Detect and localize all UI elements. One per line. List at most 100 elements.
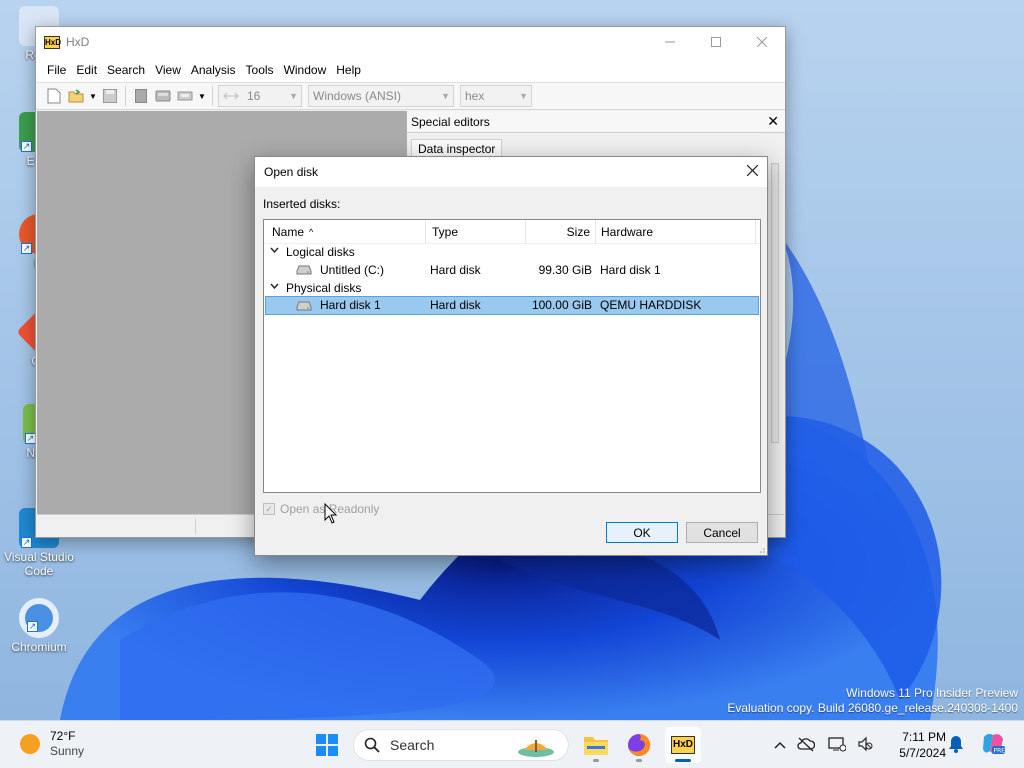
save-button[interactable] bbox=[100, 86, 120, 106]
open-disk-button[interactable] bbox=[153, 86, 173, 106]
column-name-label: Name bbox=[272, 225, 305, 239]
menu-file[interactable]: File bbox=[42, 63, 71, 77]
panel-close-icon[interactable]: ✕ bbox=[767, 113, 779, 130]
taskbar-firefox[interactable] bbox=[621, 727, 657, 763]
chevron-down-icon: ▼ bbox=[441, 91, 450, 101]
cancel-button[interactable]: Cancel bbox=[686, 522, 758, 543]
disk-icon bbox=[155, 90, 171, 102]
hxd-title: HxD bbox=[66, 35, 90, 49]
display-mode-value: hex bbox=[465, 89, 485, 103]
new-file-button[interactable] bbox=[44, 86, 64, 106]
chevron-down-icon[interactable] bbox=[270, 245, 279, 256]
chromium-icon: ↗ bbox=[19, 598, 59, 638]
menu-view[interactable]: View bbox=[150, 63, 186, 77]
chevron-down-icon[interactable] bbox=[270, 281, 279, 292]
onedrive-tray-button[interactable] bbox=[790, 736, 822, 755]
network-tray-button[interactable] bbox=[822, 736, 852, 755]
taskbar-search-box[interactable]: Search bbox=[353, 729, 569, 761]
disk-listview[interactable]: Name ^ Type Size Hardware Logical disks … bbox=[263, 219, 761, 493]
hxd-app-icon: HxD bbox=[671, 736, 695, 754]
chevron-up-icon bbox=[774, 741, 786, 749]
group-label: Physical disks bbox=[286, 281, 362, 295]
list-item-physical-disk[interactable]: Hard disk 1 Hard disk 100.00 GiB QEMU HA… bbox=[265, 296, 759, 315]
taskbar-file-explorer[interactable] bbox=[578, 727, 614, 763]
ok-button[interactable]: OK bbox=[606, 522, 678, 543]
desktop-icon-label: Chromium bbox=[11, 640, 67, 654]
maximize-icon bbox=[711, 37, 721, 47]
notifications-button[interactable] bbox=[948, 735, 964, 756]
menu-edit[interactable]: Edit bbox=[71, 63, 102, 77]
show-hidden-icons-button[interactable] bbox=[770, 738, 790, 752]
weather-widget[interactable]: 72°F Sunny bbox=[20, 729, 84, 759]
open-readonly-checkbox-row[interactable]: ✓ Open as Readonly bbox=[263, 502, 379, 516]
desktop-icon-chromium[interactable]: ↗ Chromium bbox=[4, 598, 74, 654]
bytes-per-row-combo[interactable]: 16 ▼ bbox=[218, 85, 302, 107]
ram-dropdown-button[interactable]: ▼ bbox=[197, 86, 207, 106]
taskbar: 72°F Sunny Search HxD 7:11 PM 5/7/2024 P… bbox=[0, 720, 1024, 768]
sort-ascending-icon: ^ bbox=[309, 227, 314, 237]
panel-scrollbar[interactable] bbox=[771, 163, 779, 443]
open-readonly-checkbox[interactable]: ✓ bbox=[263, 503, 275, 515]
close-icon bbox=[746, 164, 758, 177]
desktop-icon-label: Visual Studio Code bbox=[4, 550, 74, 578]
close-button[interactable] bbox=[739, 27, 785, 57]
hxd-titlebar[interactable]: HxD HxD bbox=[36, 27, 785, 57]
network-icon bbox=[828, 736, 847, 751]
menu-tools[interactable]: Tools bbox=[241, 63, 279, 77]
open-file-button[interactable] bbox=[66, 86, 86, 106]
mouse-cursor-icon bbox=[324, 503, 338, 524]
special-editors-header: Special editors ✕ bbox=[407, 111, 785, 133]
minimize-icon bbox=[665, 41, 675, 43]
search-highlight-icon bbox=[518, 740, 554, 757]
running-indicator bbox=[593, 759, 599, 762]
menu-search[interactable]: Search bbox=[102, 63, 150, 77]
open-dropdown-button[interactable]: ▼ bbox=[88, 86, 98, 106]
group-label: Logical disks bbox=[286, 245, 355, 259]
minimize-button[interactable] bbox=[647, 27, 693, 57]
group-row-physical-disks[interactable]: Physical disks bbox=[265, 279, 759, 297]
hard-disk-icon bbox=[296, 301, 312, 311]
disk-hardware: Hard disk 1 bbox=[600, 263, 661, 277]
column-header-hardware[interactable]: Hardware bbox=[596, 220, 756, 244]
disk-type: Hard disk bbox=[430, 298, 481, 312]
column-header-name[interactable]: Name ^ bbox=[264, 220, 426, 244]
copilot-button[interactable]: PRE bbox=[980, 731, 1006, 760]
speaker-muted-icon bbox=[858, 736, 873, 751]
charset-combo[interactable]: Windows (ANSI) ▼ bbox=[308, 85, 454, 107]
toolbar: ▼ ▼ 16 ▼ Windows (ANSI) ▼ hex ▼ bbox=[36, 82, 785, 110]
display-mode-combo[interactable]: hex ▼ bbox=[460, 85, 532, 107]
open-ram-button[interactable] bbox=[175, 86, 195, 106]
close-file-button[interactable] bbox=[131, 86, 151, 106]
column-header-type[interactable]: Type bbox=[426, 220, 526, 244]
save-icon bbox=[103, 89, 117, 103]
menu-help[interactable]: Help bbox=[331, 63, 366, 77]
running-indicator bbox=[636, 759, 642, 762]
columns-icon bbox=[223, 92, 239, 100]
dialog-close-button[interactable] bbox=[737, 163, 767, 181]
dialog-titlebar[interactable]: Open disk bbox=[255, 157, 767, 187]
menu-analysis[interactable]: Analysis bbox=[186, 63, 241, 77]
column-header-size[interactable]: Size bbox=[526, 220, 596, 244]
disk-name: Untitled (C:) bbox=[320, 263, 385, 277]
shortcut-arrow-icon: ↗ bbox=[21, 141, 32, 152]
group-row-logical-disks[interactable]: Logical disks bbox=[265, 243, 759, 261]
volume-tray-button[interactable] bbox=[852, 736, 878, 755]
resize-grip-icon[interactable] bbox=[757, 545, 765, 553]
column-type-label: Type bbox=[432, 225, 459, 239]
inserted-disks-label: Inserted disks: bbox=[263, 197, 341, 211]
list-item-logical-disk[interactable]: Untitled (C:) Hard disk 99.30 GiB Hard d… bbox=[265, 261, 759, 279]
taskbar-clock[interactable]: 7:11 PM 5/7/2024 bbox=[888, 729, 946, 761]
taskbar-hxd[interactable]: HxD bbox=[665, 727, 701, 763]
hard-disk-icon bbox=[296, 265, 312, 275]
dropdown-arrow-icon: ▼ bbox=[89, 91, 97, 101]
open-folder-icon bbox=[68, 89, 84, 103]
toolbar-separator bbox=[125, 86, 126, 106]
folder-icon bbox=[584, 737, 608, 755]
disk-hardware: QEMU HARDDISK bbox=[600, 298, 702, 312]
shortcut-arrow-icon: ↗ bbox=[27, 621, 38, 632]
start-button[interactable] bbox=[309, 727, 345, 763]
disk-size: 100.00 GiB bbox=[531, 298, 592, 312]
maximize-button[interactable] bbox=[693, 27, 739, 57]
status-separator bbox=[195, 518, 196, 534]
menu-window[interactable]: Window bbox=[279, 63, 332, 77]
